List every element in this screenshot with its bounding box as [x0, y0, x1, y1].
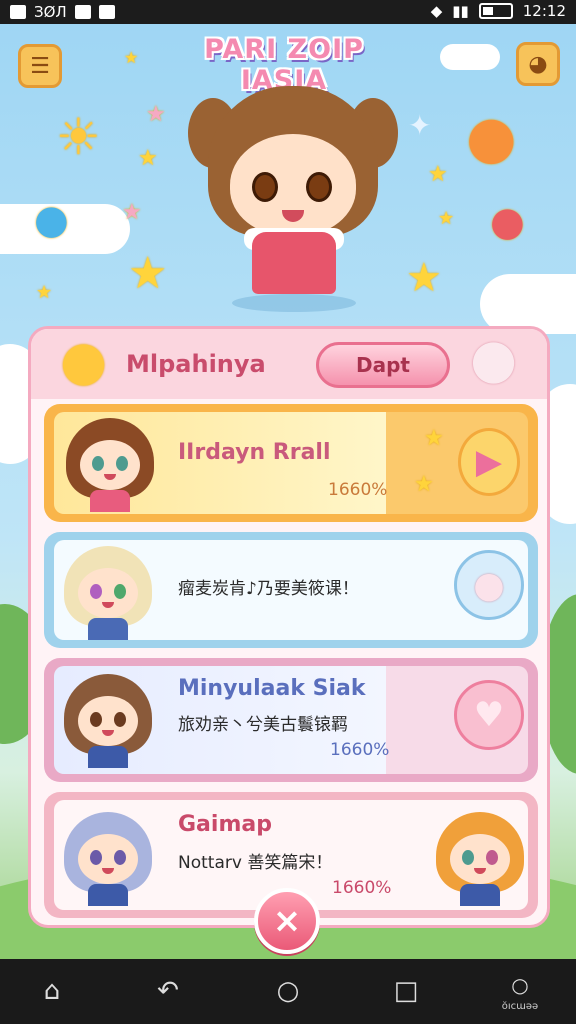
circle-home-button[interactable]: ○: [268, 973, 308, 1009]
shop-icon: ◕: [528, 51, 548, 77]
red-bunny-icon: ●: [490, 199, 525, 245]
orange-creature-icon: ●: [466, 103, 517, 171]
star-icon: ★: [406, 255, 442, 301]
assistant-icon: ○: [511, 973, 529, 997]
navigation-bar: ⌂ ↶ ○ □ ○ ŏıcɯəə: [0, 959, 576, 1024]
back-icon: ↶: [157, 976, 179, 1006]
home-icon: ⌂: [43, 976, 61, 1006]
dapt-button[interactable]: Dapt: [316, 342, 450, 388]
star-icon: ★: [424, 426, 444, 451]
game-title: PARI ZOIP IASIA: [204, 34, 364, 96]
close-icon: ×: [272, 901, 302, 941]
avatar: [58, 540, 158, 640]
recents-icon: □: [393, 976, 419, 1006]
nav-label: ŏıcɯəə: [501, 1001, 539, 1012]
menu-button[interactable]: ☰: [18, 44, 62, 88]
card-text: Nottarv 善笑篇宋！: [178, 853, 333, 873]
star-icon: ★: [414, 472, 434, 497]
photo-icon: [74, 5, 91, 19]
star-icon: ★: [36, 282, 53, 303]
play-button[interactable]: ▶: [458, 428, 520, 496]
status-time: 12:12: [522, 2, 566, 20]
avatar: [58, 806, 158, 906]
close-button[interactable]: ×: [254, 888, 320, 954]
card-name: Gaimap: [178, 812, 272, 837]
bunny-icon: ●: [473, 564, 505, 606]
card-percent: 1660%: [332, 878, 392, 898]
blue-bird-icon: ●: [34, 197, 69, 243]
star-icon: ★: [138, 146, 158, 171]
mascot-character: [188, 72, 398, 317]
card-text: 旅劝亲丶兮美古鬟锿羁: [178, 715, 348, 735]
star-icon: ★: [122, 200, 142, 225]
avatar: [430, 806, 530, 906]
sun-creature-icon: ●: [60, 329, 108, 392]
bunny-icon: ●: [470, 327, 518, 390]
menu-icon: ☰: [30, 53, 50, 79]
avatar: [58, 668, 158, 768]
panel-title: Mlpahinya: [126, 350, 266, 378]
circle-home-icon: ○: [276, 976, 300, 1006]
status-carrier-text: ЗØЛ: [34, 3, 67, 21]
avatar: [60, 412, 160, 512]
star-icon: ★: [128, 248, 168, 299]
star-icon: ★: [438, 208, 455, 229]
play-icon: ▶: [475, 442, 503, 482]
character-card[interactable]: IIrdayn Rrall 1660% ★ ★ ▶: [44, 404, 538, 522]
star-icon: ★: [124, 48, 139, 67]
cloud: [440, 44, 500, 70]
card-percent: 1660%: [328, 480, 388, 500]
character-card[interactable]: Minyulaak Siak 旅劝亲丶兮美古鬟锿羁 1660% ♥: [44, 658, 538, 782]
card-name: Minyulaak Siak: [178, 676, 366, 701]
card-text: 瘤麦炭肯♪乃要美筱课！: [178, 579, 359, 599]
bunny-button[interactable]: ●: [454, 550, 524, 620]
image-icon: [98, 5, 115, 19]
shop-button[interactable]: ◕: [516, 42, 560, 86]
battery-icon: [478, 3, 513, 19]
sun-icon: ☀: [56, 108, 101, 166]
heart-icon: ♥: [473, 695, 505, 735]
status-bar: ЗØЛ ◆ ▮▮ 12:12: [0, 0, 576, 24]
star-icon: ★: [146, 102, 166, 127]
star-icon: ★: [428, 162, 448, 187]
character-card[interactable]: 瘤麦炭肯♪乃要美筱课！ ●: [44, 532, 538, 648]
assistant-button[interactable]: ○: [500, 967, 540, 1003]
notification-icon: [10, 5, 26, 19]
sparkle-icon: ✦: [408, 109, 432, 142]
home-button[interactable]: ⌂: [32, 973, 72, 1009]
back-button[interactable]: ↶: [148, 973, 188, 1009]
card-percent: 1660%: [330, 740, 390, 760]
wifi-icon: ◆: [430, 2, 443, 20]
heart-button[interactable]: ♥: [454, 680, 524, 750]
card-name: IIrdayn Rrall: [178, 440, 331, 465]
signal-icon: ▮▮: [452, 2, 469, 20]
recents-button[interactable]: □: [386, 973, 426, 1009]
cloud: [480, 274, 576, 334]
